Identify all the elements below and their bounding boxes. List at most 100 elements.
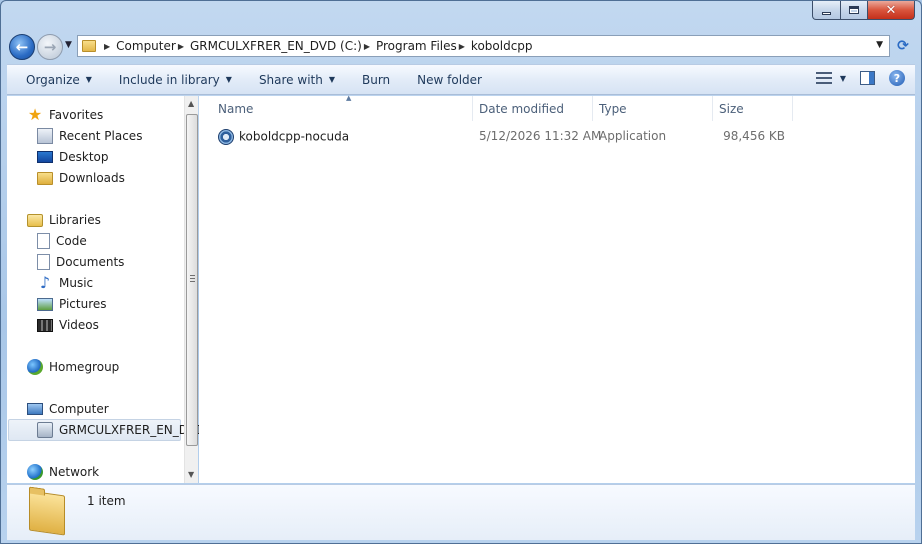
refresh-button[interactable]: ⟳: [892, 35, 914, 57]
include-in-library-button[interactable]: Include in library ▼: [119, 73, 232, 87]
sidebar-item-libraries[interactable]: Libraries: [27, 210, 101, 230]
file-name: koboldcpp-nocuda: [239, 129, 350, 144]
network-icon: [27, 464, 43, 480]
explorer-window: ✕ ← → ▼ ▶ Computer ▶ GRMCULXFRER_EN_DVD …: [0, 0, 922, 544]
sidebar-item-label: Desktop: [59, 150, 109, 164]
file-date-modified: 5/12/2026 11:32 AM: [479, 129, 602, 143]
help-icon[interactable]: ?: [889, 70, 905, 86]
chevron-right-icon[interactable]: ▶: [104, 42, 110, 51]
scrollbar-thumb[interactable]: [186, 114, 198, 446]
file-size: 98,456 KB: [723, 129, 785, 143]
chevron-down-icon: ▼: [839, 73, 846, 83]
chevron-right-icon[interactable]: ▶: [178, 42, 184, 51]
column-header-date-modified[interactable]: Date modified: [473, 96, 593, 121]
file-name-cell[interactable]: koboldcpp-nocuda: [218, 129, 349, 145]
star-icon: ★: [27, 105, 43, 124]
column-header-label: Date modified: [479, 101, 565, 116]
breadcrumb-computer[interactable]: Computer: [116, 39, 176, 53]
sidebar-scrollbar[interactable]: ▲ ▼: [184, 96, 198, 483]
table-row[interactable]: koboldcpp-nocuda 5/12/2026 11:32 AM Appl…: [199, 127, 799, 147]
sort-ascending-icon: ▲: [346, 94, 352, 102]
sidebar-item-label: Network: [49, 465, 100, 479]
new-folder-button[interactable]: New folder: [417, 73, 482, 87]
breadcrumb-program-files[interactable]: Program Files: [376, 39, 457, 53]
column-header-name[interactable]: ▲ Name: [206, 94, 473, 121]
refresh-icon: ⟳: [897, 38, 909, 54]
organize-button[interactable]: Organize ▼: [26, 73, 92, 87]
back-arrow-icon: ←: [15, 38, 29, 56]
sidebar-item-documents[interactable]: Documents: [37, 252, 124, 272]
minimize-button[interactable]: [812, 1, 841, 20]
folder-icon: [82, 40, 96, 52]
column-header-label: Type: [599, 101, 627, 116]
sidebar-item-homegroup[interactable]: Homegroup: [27, 357, 119, 377]
burn-label: Burn: [362, 72, 391, 87]
sidebar-item-computer[interactable]: Computer: [27, 399, 109, 419]
sidebar-item-code[interactable]: Code: [37, 231, 87, 251]
music-icon: ♪: [39, 273, 51, 292]
change-view-button[interactable]: ▼: [815, 72, 846, 84]
libraries-icon: [27, 213, 43, 227]
minimize-icon: [822, 11, 831, 15]
forward-button[interactable]: →: [37, 34, 63, 60]
chevron-right-icon[interactable]: ▶: [459, 42, 465, 51]
recent-pages-dropdown[interactable]: ▼: [65, 40, 72, 50]
sidebar-item-recent-places[interactable]: Recent Places: [37, 126, 142, 146]
maximize-button[interactable]: [841, 1, 868, 20]
close-button[interactable]: ✕: [868, 1, 915, 20]
sidebar-item-videos[interactable]: Videos: [37, 315, 99, 335]
preview-pane-icon[interactable]: [860, 71, 875, 85]
sidebar-item-label: Pictures: [59, 297, 107, 311]
back-button[interactable]: ←: [9, 34, 35, 60]
breadcrumb-koboldcpp[interactable]: koboldcpp: [471, 39, 533, 53]
downloads-folder-icon: [37, 171, 53, 185]
recent-places-icon: [37, 128, 53, 144]
sidebar-item-desktop[interactable]: Desktop: [37, 147, 109, 167]
command-bar: Organize ▼ Include in library ▼ Share with…: [7, 64, 915, 95]
sidebar-item-label: Favorites: [49, 108, 104, 122]
chevron-right-icon[interactable]: ▶: [364, 42, 370, 51]
dvd-drive-icon: [37, 422, 53, 438]
sidebar-item-dvd-drive[interactable]: GRMCULXFRER_EN_DVD: [37, 420, 205, 440]
chevron-down-icon: ▼: [85, 75, 92, 84]
column-header-size[interactable]: Size: [713, 96, 793, 121]
maximize-icon: [849, 6, 859, 14]
sidebar-item-label: Homegroup: [49, 360, 120, 374]
pictures-icon: [37, 297, 53, 311]
videos-icon: [37, 318, 53, 332]
share-with-button[interactable]: Share with ▼: [259, 73, 335, 87]
sidebar-item-label: Code: [56, 234, 87, 248]
close-icon: ✕: [885, 2, 897, 18]
burn-button[interactable]: Burn: [362, 73, 390, 87]
caption-buttons: ✕: [812, 1, 915, 21]
sidebar-item-music[interactable]: ♪ Music: [37, 273, 93, 293]
code-library-icon: [37, 233, 50, 249]
scroll-down-icon[interactable]: ▼: [188, 470, 194, 479]
address-history-dropdown[interactable]: ▼: [876, 40, 883, 50]
organize-label: Organize: [26, 72, 80, 87]
sidebar-item-network[interactable]: Network: [27, 462, 99, 482]
column-header-label: Size: [719, 101, 744, 116]
item-count: 1 item: [87, 494, 126, 508]
chevron-down-icon: ▼: [225, 75, 232, 84]
navigation-pane: ★ Favorites Recent Places Desktop Downlo…: [7, 96, 205, 483]
homegroup-icon: [27, 359, 43, 375]
details-pane: 1 item: [7, 484, 915, 540]
breadcrumb-drive[interactable]: GRMCULXFRER_EN_DVD (C:): [190, 39, 362, 53]
sidebar-item-favorites[interactable]: ★ Favorites: [27, 105, 103, 125]
sidebar-item-label: Computer: [49, 402, 109, 416]
include-in-library-label: Include in library: [118, 72, 220, 87]
sidebar-item-downloads[interactable]: Downloads: [37, 168, 125, 188]
scroll-up-icon[interactable]: ▲: [188, 99, 194, 108]
forward-arrow-icon: →: [43, 38, 57, 56]
file-type: Application: [599, 129, 667, 143]
navigation-row: ← → ▼ ▶ Computer ▶ GRMCULXFRER_EN_DVD (C…: [7, 32, 915, 60]
sidebar-item-pictures[interactable]: Pictures: [37, 294, 107, 314]
grip-icon: [190, 275, 195, 283]
view-details-icon: [815, 72, 832, 84]
desktop-icon: [37, 151, 53, 163]
application-icon: [218, 129, 234, 145]
column-header-type[interactable]: Type: [593, 96, 713, 121]
address-bar[interactable]: ▶ Computer ▶ GRMCULXFRER_EN_DVD (C:) ▶ P…: [77, 35, 890, 57]
share-with-label: Share with: [258, 72, 323, 87]
